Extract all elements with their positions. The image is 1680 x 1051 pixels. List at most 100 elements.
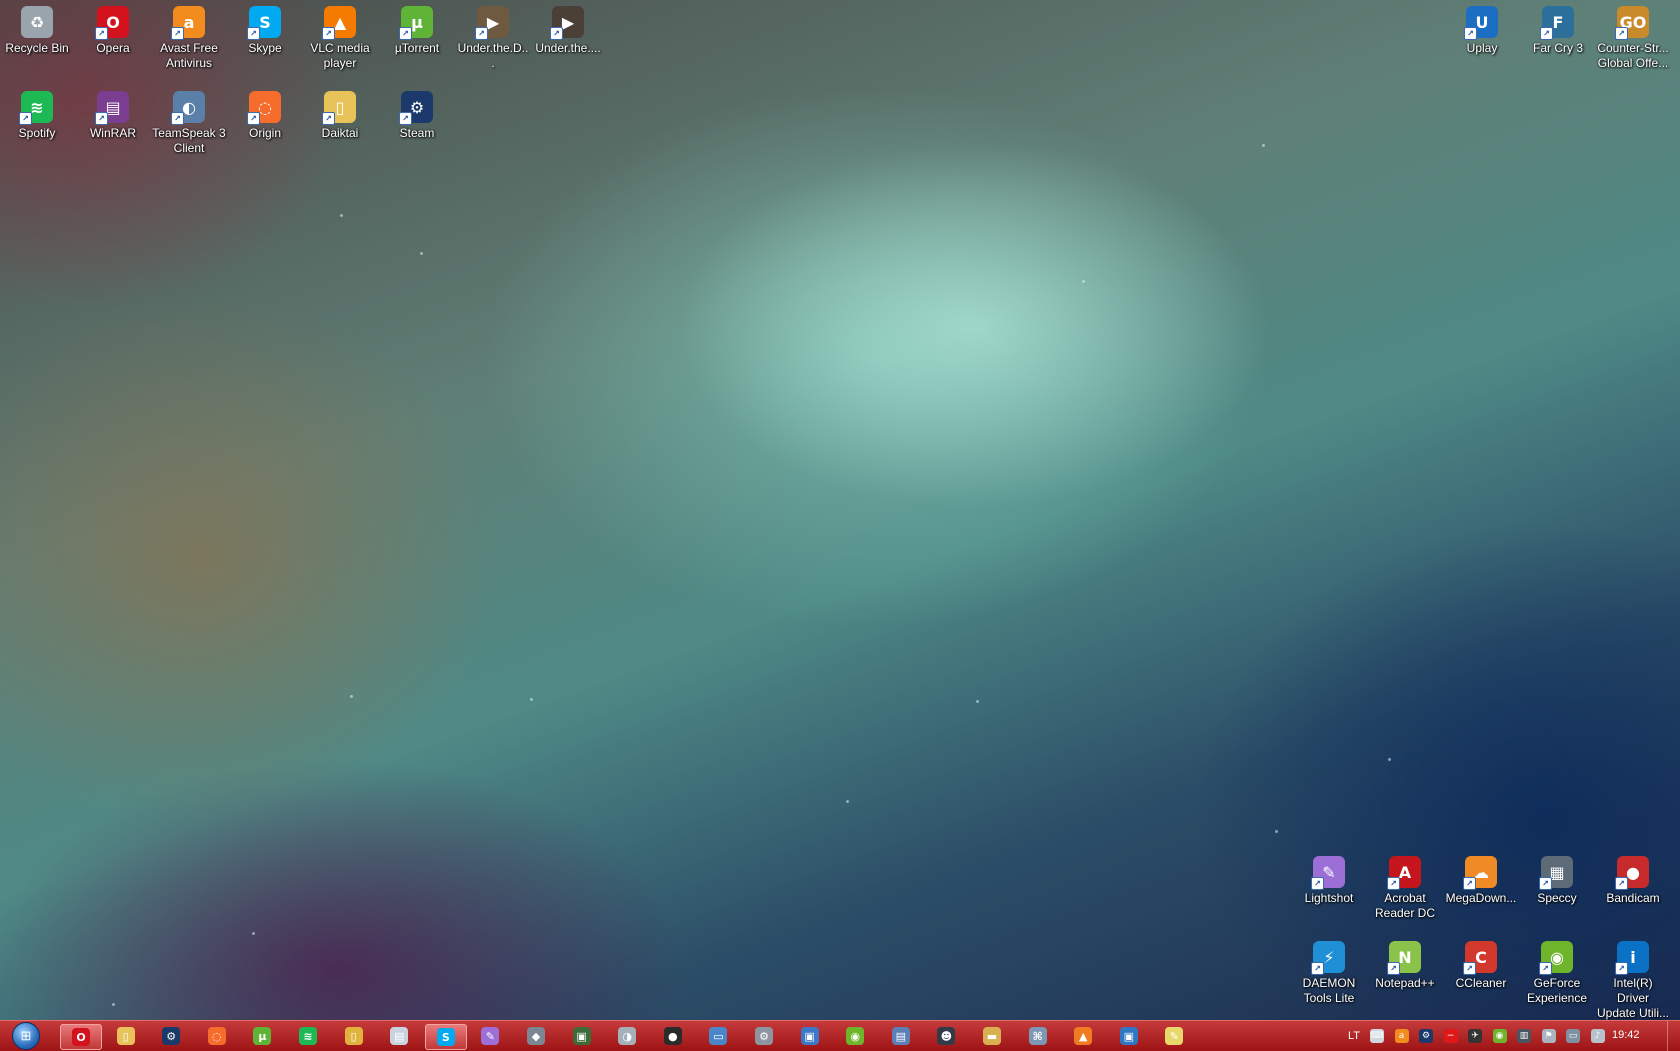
taskbar[interactable]: ⊞ O ▯ ⚙ ◌ µ ≋ ▯ ▤ S ✎ ◆ ▣ ◑ ● ▭ ⚙ ▣ ◉ ▤ ☻ ▬ ⌘ ▲ ▣ ✎ LT ⌨ a ⚙ − ✈ ◉ ▥ ⚑ ▭… [0, 1020, 1680, 1051]
taskbar-button-installer[interactable]: ▤ [881, 1024, 921, 1048]
desktop-icon-recycle-bin[interactable]: ♻ Recycle Bin [0, 0, 74, 56]
desktop-icon-bandicam[interactable]: ● ↗ Bandicam [1596, 850, 1670, 906]
taskbar-button-spotify[interactable]: ≋ [288, 1024, 328, 1048]
taskbar-button-fire[interactable]: ▲ [1063, 1024, 1103, 1048]
desktop-icon-winrar[interactable]: ▤ ↗ WinRAR [76, 85, 150, 141]
desktop-icon-lightshot[interactable]: ✎ ↗ Lightshot [1292, 850, 1366, 906]
teamspeak-icon: ◐ ↗ [171, 91, 205, 125]
desktop-icon-uplay[interactable]: U ↗ Uplay [1445, 0, 1519, 56]
desktop-icon-skype[interactable]: S ↗ Skype [228, 0, 302, 56]
csgo-icon: GO ↗ [1615, 6, 1649, 40]
desktop-icon-label: Acrobat Reader DC [1374, 891, 1436, 920]
fire-icon: ▲ [1074, 1027, 1093, 1045]
wallpaper-star [1275, 830, 1278, 833]
desktop-icon-megadownloader[interactable]: ☁ ↗ MegaDown... [1444, 850, 1518, 906]
blocked-icon[interactable]: − [1443, 1029, 1458, 1043]
taskbar-button-display[interactable]: ▣ [790, 1024, 830, 1048]
taskbar-button-skype[interactable]: S [424, 1024, 467, 1050]
desktop-icon-spotify[interactable]: ≋ ↗ Spotify [0, 85, 74, 141]
desktop-icon-geforce[interactable]: ◉ ↗ GeForce Experience [1520, 935, 1594, 1006]
taskbar-button-origin[interactable]: ◌ [197, 1024, 237, 1048]
taskbar-button-notepad[interactable]: ✎ [1154, 1024, 1194, 1048]
desktop-icon-vlc[interactable]: ▲ ↗ VLC media player [303, 0, 377, 71]
desktop-icon-intel[interactable]: i ↗ Intel(R) Driver Update Utili... [1596, 935, 1670, 1021]
taskbar-button-disc[interactable]: ◑ [607, 1024, 647, 1048]
desktop-icon-video-file[interactable]: ▶ ↗ Under.the.... [531, 0, 605, 56]
winrar-icon: ▤ ↗ [95, 91, 129, 125]
clock[interactable]: 19:42 [1612, 1029, 1640, 1041]
taskbar-button-agent[interactable]: ☻ [926, 1024, 966, 1048]
desktop-icon-opera[interactable]: O ↗ Opera [76, 0, 150, 56]
network-tray-icon[interactable]: ▥ [1517, 1029, 1531, 1043]
avast-tray-icon[interactable]: a [1394, 1029, 1409, 1043]
taskbar-button-gear[interactable]: ⚙ [744, 1024, 784, 1048]
shortcut-arrow-icon: ↗ [1464, 27, 1477, 40]
desktop-icon-csgo[interactable]: GO ↗ Counter-Str... Global Offe... [1596, 0, 1670, 71]
installer-icon: ▤ [891, 1027, 910, 1045]
desktop-icon-farcry3[interactable]: F ↗ Far Cry 3 [1521, 0, 1595, 56]
desktop-icon-daemon-tools[interactable]: ⚡ ↗ DAEMON Tools Lite [1292, 935, 1366, 1006]
desktop-icon-folder[interactable]: ▯ ↗ Daiktai [303, 85, 377, 141]
taskbar-button-steam[interactable]: ⚙ [151, 1024, 191, 1048]
volume-icon[interactable]: ♪ [1590, 1029, 1605, 1043]
desktop-icon-teamspeak[interactable]: ◐ ↗ TeamSpeak 3 Client [152, 85, 226, 156]
desktop-icon-origin[interactable]: ◌ ↗ Origin [228, 85, 302, 141]
shortcut-arrow-icon: ↗ [95, 112, 108, 125]
notepadpp-icon: N ↗ [1387, 941, 1421, 975]
desktop-icon-video-file[interactable]: ▶ ↗ Under.the.D... [456, 0, 530, 71]
show-desktop-button[interactable] [1667, 1021, 1680, 1051]
desktop-icon-label: µTorrent [394, 41, 440, 55]
desktop-icon-label: WinRAR [89, 126, 136, 140]
satellite-icon[interactable]: ✈ [1468, 1029, 1482, 1043]
desktop-icon-label: Speccy [1537, 891, 1577, 905]
desktop[interactable]: ♻ Recycle Bin O ↗ Opera a ↗ Avast Free Antiviru… [0, 0, 1680, 1020]
taskbar-button-opera[interactable]: O [60, 1024, 102, 1050]
taskbar-button-archive[interactable]: ▬ [972, 1024, 1012, 1048]
desktop-icon-acrobat[interactable]: A ↗ Acrobat Reader DC [1368, 850, 1442, 921]
desktop-icon-avast[interactable]: a ↗ Avast Free Antivirus [152, 0, 226, 71]
desktop-icon-notepadpp[interactable]: N ↗ Notepad++ [1368, 935, 1442, 991]
taskbar-button-remote-desktop[interactable]: ▣ [1109, 1024, 1149, 1048]
shortcut-arrow-icon: ↗ [1615, 27, 1628, 40]
lightshot-icon: ✎ [481, 1027, 500, 1045]
shortcut-arrow-icon: ↗ [1615, 962, 1628, 975]
desktop-icon-utorrent[interactable]: µ ↗ µTorrent [380, 0, 454, 56]
taskbar-button-utorrent[interactable]: µ [242, 1024, 282, 1048]
shortcut-arrow-icon: ↗ [95, 27, 108, 40]
monitor-tray-icon[interactable]: ▭ [1566, 1029, 1580, 1043]
taskbar-button-lightshot[interactable]: ✎ [470, 1024, 510, 1048]
taskbar-button-window[interactable]: ▭ [698, 1024, 738, 1048]
nvidia-tray-icon[interactable]: ◉ [1492, 1029, 1507, 1043]
remote-desktop-icon: ▣ [1119, 1027, 1138, 1045]
intel-icon: i ↗ [1615, 941, 1649, 975]
flag-icon[interactable]: ⚑ [1541, 1029, 1556, 1043]
nvidia-icon: ◉ [846, 1027, 865, 1045]
taskbar-button-monitor[interactable]: ▣ [562, 1024, 602, 1048]
bandicam-icon: ● [663, 1027, 682, 1045]
desktop-icon-speccy[interactable]: ▦ ↗ Speccy [1520, 850, 1594, 906]
skype-icon: S ↗ [247, 6, 281, 40]
keyboard-icon[interactable]: ⌨ [1370, 1029, 1384, 1043]
taskbar-button-document[interactable]: ▤ [379, 1024, 419, 1048]
wallpaper-star [1262, 144, 1265, 147]
wallpaper-star [252, 932, 255, 935]
acrobat-icon: A ↗ [1387, 856, 1421, 890]
desktop-icon-steam[interactable]: ⚙ ↗ Steam [380, 85, 454, 141]
desktop-icon-label: Far Cry 3 [1532, 41, 1583, 55]
taskbar-button-network[interactable]: ⌘ [1018, 1024, 1058, 1048]
taskbar-button-bandicam[interactable]: ● [653, 1024, 693, 1048]
taskbar-button-folder[interactable]: ▯ [334, 1024, 374, 1048]
daemon-tools-icon: ⚡ ↗ [1311, 941, 1345, 975]
disc-icon: ◑ [618, 1027, 637, 1045]
language-indicator[interactable]: LT [1348, 1021, 1360, 1051]
taskbar-button-nvidia[interactable]: ◉ [835, 1024, 875, 1048]
desktop-icon-ccleaner[interactable]: C ↗ CCleaner [1444, 935, 1518, 991]
start-button[interactable]: ⊞ [4, 1022, 48, 1050]
wallpaper-star [530, 698, 533, 701]
utorrent-icon: µ ↗ [399, 6, 433, 40]
shortcut-arrow-icon: ↗ [1463, 962, 1476, 975]
shortcut-arrow-icon: ↗ [322, 112, 335, 125]
steam-tray-icon[interactable]: ⚙ [1419, 1029, 1433, 1043]
taskbar-button-game[interactable]: ◆ [516, 1024, 556, 1048]
taskbar-button-explorer[interactable]: ▯ [106, 1024, 146, 1048]
